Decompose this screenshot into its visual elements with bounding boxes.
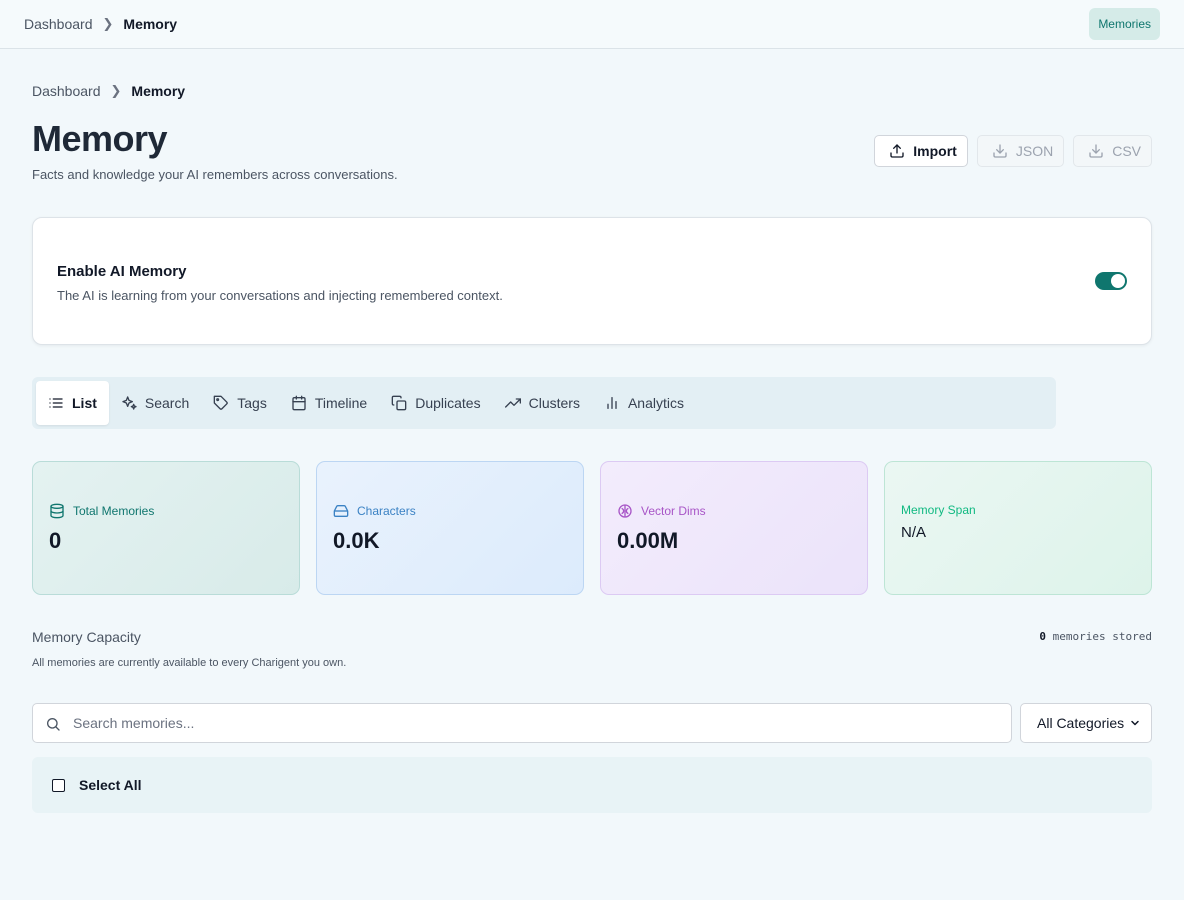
stat-value: 0	[49, 528, 62, 553]
tab-search[interactable]: Search	[109, 381, 201, 425]
import-label: Import	[913, 143, 957, 159]
csv-label: CSV	[1112, 143, 1141, 159]
tag-icon	[213, 395, 229, 410]
json-label: JSON	[1015, 143, 1054, 159]
capacity-count-suffix: memories stored	[1046, 630, 1152, 643]
stat-label: Total Memories	[49, 503, 154, 519]
tab-label: Timeline	[314, 395, 368, 411]
stat-label-text: Vector Dims	[641, 504, 706, 518]
trend-icon	[504, 398, 521, 408]
drive-icon	[333, 505, 349, 517]
tab-list[interactable]: List	[36, 381, 109, 425]
stat-label-text: Total Memories	[73, 504, 155, 518]
stat-value: 0.00M	[617, 528, 679, 553]
top-bar: Dashboard ❯ Memory Memories	[0, 0, 1184, 49]
download-icon	[1089, 144, 1103, 158]
breadcrumb: Dashboard ❯ Memory	[32, 83, 185, 99]
download-icon	[993, 144, 1007, 158]
select-all-bar: Select All	[32, 757, 1152, 813]
tab-label: Duplicates	[415, 395, 481, 411]
tab-label: Clusters	[528, 395, 580, 411]
top-breadcrumb: Dashboard ❯ Memory	[24, 16, 177, 32]
calendar-icon	[292, 395, 306, 411]
enable-memory-title: Enable AI Memory	[57, 263, 187, 280]
search-input[interactable]	[73, 704, 1003, 742]
toggle-knob	[1111, 274, 1125, 288]
stat-characters: Characters 0.0K	[316, 461, 584, 595]
chevron-right-icon: ❯	[102, 16, 114, 31]
stat-total-memories: Total Memories 0	[32, 461, 300, 595]
search-box	[32, 703, 1012, 743]
tab-duplicates[interactable]: Duplicates	[379, 381, 492, 425]
stat-vector-dims: Vector Dims 0.00M	[600, 461, 868, 595]
tab-label: Tags	[237, 395, 267, 411]
list-icon	[49, 398, 63, 408]
stat-label: Vector Dims	[617, 503, 706, 519]
memories-button[interactable]: Memories	[1089, 8, 1160, 40]
stat-label-text: Characters	[357, 504, 416, 518]
tab-label: List	[72, 395, 97, 411]
brain-icon	[618, 504, 632, 518]
capacity-title: Memory Capacity	[32, 629, 141, 645]
search-icon	[47, 718, 60, 731]
action-buttons: Import JSON CSV	[874, 135, 1152, 167]
memory-tabs: List Search Tags Timeline Duplicates Clu…	[32, 377, 1056, 429]
export-json-button[interactable]: JSON	[976, 135, 1065, 167]
stat-value: N/A	[901, 524, 927, 541]
tab-clusters[interactable]: Clusters	[493, 381, 592, 425]
tab-label: Analytics	[627, 395, 684, 411]
enable-memory-description: The AI is learning from your conversatio…	[57, 288, 503, 303]
capacity-description: All memories are currently available to …	[32, 657, 347, 669]
enable-memory-card: Enable AI Memory The AI is learning from…	[32, 217, 1152, 345]
sparkles-icon	[122, 396, 137, 410]
capacity-count: 0 memories stored	[1039, 630, 1152, 643]
stat-label: Characters	[333, 503, 416, 519]
export-csv-button[interactable]: CSV	[1073, 135, 1152, 167]
category-select[interactable]: All Categories	[1020, 703, 1152, 743]
tab-analytics[interactable]: Analytics	[592, 381, 696, 425]
database-icon	[50, 503, 64, 519]
copy-icon	[391, 395, 407, 411]
category-select-value: All Categories	[1037, 715, 1125, 731]
select-all-label: Select All	[79, 777, 142, 793]
stat-label: Memory Span	[901, 503, 976, 517]
stat-memory-span: Memory Span N/A	[884, 461, 1152, 595]
chevron-down-icon	[1131, 720, 1139, 726]
bar-chart-icon	[607, 397, 617, 409]
upload-icon	[890, 144, 904, 158]
import-button[interactable]: Import	[874, 135, 968, 167]
top-breadcrumb-dashboard[interactable]: Dashboard	[24, 16, 93, 32]
select-all-checkbox[interactable]	[52, 778, 65, 792]
tab-label: Search	[144, 395, 190, 411]
tab-timeline[interactable]: Timeline	[279, 381, 379, 425]
enable-memory-toggle[interactable]	[1095, 272, 1127, 290]
stat-label-text: Memory Span	[901, 503, 976, 517]
page-subtitle: Facts and knowledge your AI remembers ac…	[32, 167, 398, 182]
breadcrumb-memory: Memory	[131, 83, 186, 99]
stat-value: 0.0K	[333, 528, 380, 553]
chevron-right-icon: ❯	[110, 83, 122, 98]
tab-tags[interactable]: Tags	[201, 381, 279, 425]
breadcrumb-dashboard[interactable]: Dashboard	[32, 83, 101, 99]
top-breadcrumb-memory: Memory	[123, 16, 178, 32]
page-title: Memory	[32, 118, 168, 159]
